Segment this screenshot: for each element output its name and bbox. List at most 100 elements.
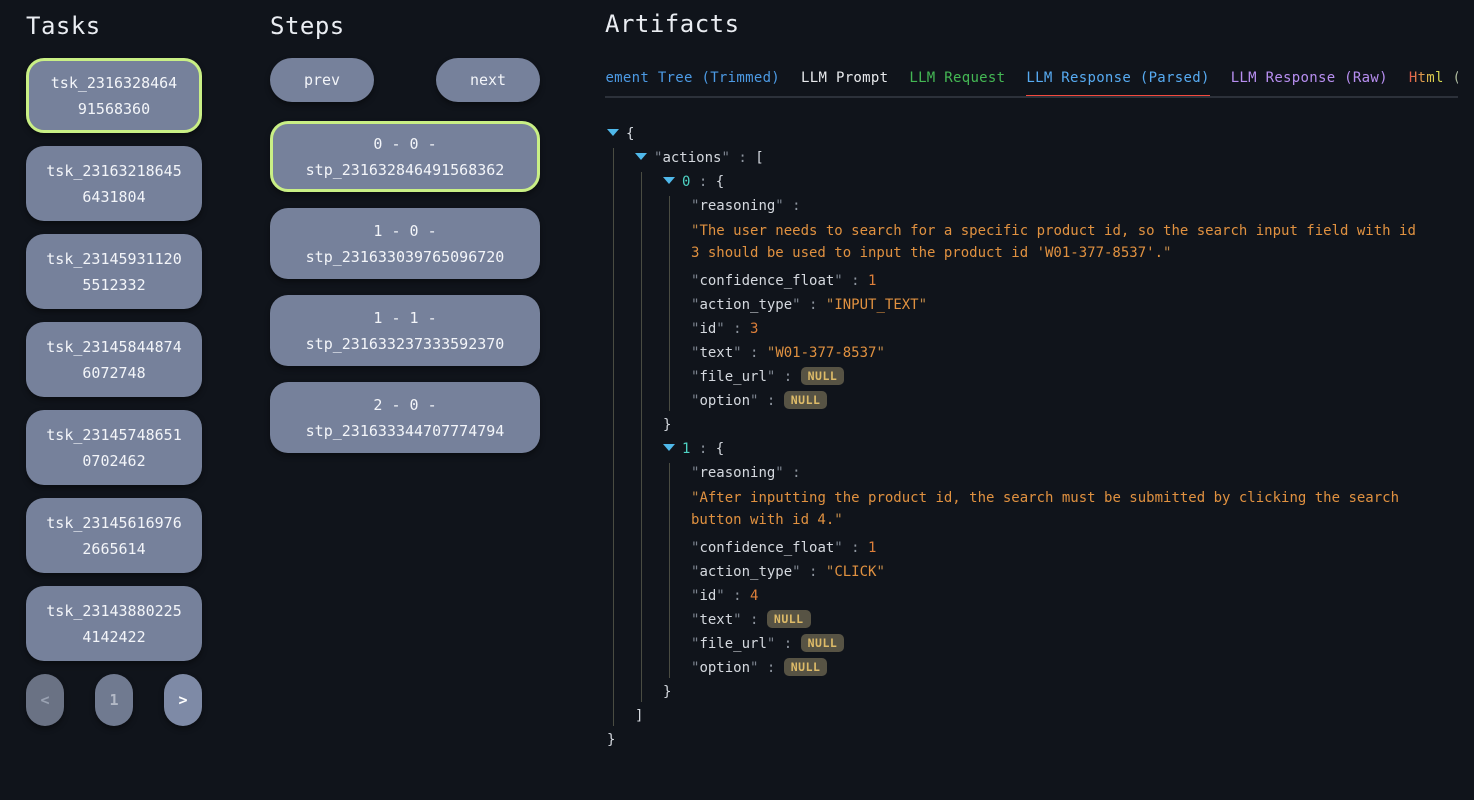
- step-nav: prev next: [270, 58, 540, 102]
- json-bracket: [: [755, 150, 763, 166]
- json-value-block: After inputting the product id, the sear…: [691, 487, 1431, 531]
- page-number-button[interactable]: 1: [95, 674, 133, 726]
- tree-row: actions : [: [635, 148, 1458, 168]
- steps-title: Steps: [270, 12, 540, 40]
- step-button[interactable]: 1 - 0 - stp_231633039765096720: [270, 208, 540, 279]
- json-colon: :: [758, 393, 783, 409]
- json-colon: :: [690, 174, 715, 190]
- artifact-tabs: Element Tree (Trimmed) LLM Prompt LLM Re…: [605, 66, 1458, 96]
- tree-row: 0 : {: [663, 172, 1458, 192]
- tree-children: actions : [ 0 : { reasoning : The user nee…: [613, 148, 1458, 726]
- artifact-tab[interactable]: LLM Response (Parsed): [1026, 66, 1209, 98]
- json-value: NULL: [801, 367, 845, 385]
- collapse-triangle-icon[interactable]: [663, 444, 675, 451]
- json-value: The user needs to search for a specific …: [691, 223, 1416, 261]
- json-colon: :: [742, 345, 767, 361]
- task-button[interactable]: tsk_231632846491568360: [26, 58, 202, 133]
- tree-row: }: [663, 682, 1458, 702]
- chevron-left-icon: <: [40, 691, 49, 709]
- task-button[interactable]: tsk_231459311205512332: [26, 234, 202, 309]
- chevron-right-icon: >: [178, 691, 187, 709]
- tasks-pagination: < 1 >: [26, 674, 202, 726]
- task-button[interactable]: tsk_231458448746072748: [26, 322, 202, 397]
- step-button[interactable]: 0 - 0 - stp_231632846491568362: [270, 121, 540, 192]
- json-bracket: {: [716, 441, 724, 457]
- json-value: 3: [750, 321, 758, 337]
- json-key: file_url: [691, 636, 775, 652]
- json-bracket: }: [663, 417, 671, 433]
- next-page-button[interactable]: >: [164, 674, 202, 726]
- tree-row: confidence_float : 1: [691, 271, 1458, 291]
- json-key: confidence_float: [691, 273, 843, 289]
- task-button[interactable]: tsk_231438802254142422: [26, 586, 202, 661]
- artifact-tab[interactable]: Html (Raw): [1409, 66, 1458, 98]
- tree-row: }: [607, 730, 1458, 750]
- tree-children: 0 : { reasoning : The user needs to searc…: [641, 172, 1458, 702]
- json-bracket: }: [663, 684, 671, 700]
- tree-row: ]: [635, 706, 1458, 726]
- page-number-label: 1: [109, 691, 118, 709]
- json-bracket: }: [607, 732, 615, 748]
- tree-row: text : W01-377-8537: [691, 343, 1458, 363]
- tree-row: confidence_float : 1: [691, 538, 1458, 558]
- task-button[interactable]: tsk_231632186456431804: [26, 146, 202, 221]
- tree-children: reasoning : After inputting the product …: [669, 463, 1458, 678]
- tree-row: option : NULL: [691, 391, 1458, 411]
- json-value: CLICK: [826, 564, 885, 580]
- collapse-triangle-icon[interactable]: [635, 153, 647, 160]
- tree-row: action_type : CLICK: [691, 562, 1458, 582]
- step-button[interactable]: 1 - 1 - stp_231633237333592370: [270, 295, 540, 366]
- tree-row: file_url : NULL: [691, 634, 1458, 654]
- json-colon: :: [784, 465, 801, 481]
- json-colon: :: [801, 297, 826, 313]
- artifacts-panel: Artifacts Element Tree (Trimmed) LLM Pro…: [605, 10, 1458, 754]
- json-colon: :: [730, 150, 755, 166]
- artifact-tab[interactable]: LLM Response (Raw): [1231, 66, 1388, 98]
- json-colon: :: [742, 612, 767, 628]
- json-key: reasoning: [691, 465, 784, 481]
- artifact-tab[interactable]: LLM Prompt: [801, 66, 888, 98]
- json-colon: :: [843, 273, 868, 289]
- artifact-tab[interactable]: Element Tree (Trimmed): [605, 66, 780, 98]
- json-value: INPUT_TEXT: [826, 297, 927, 313]
- json-colon: :: [801, 564, 826, 580]
- json-value: 1: [868, 273, 876, 289]
- tree-row: id : 4: [691, 586, 1458, 606]
- tree-children: reasoning : The user needs to search for…: [669, 196, 1458, 411]
- tasks-panel: Tasks tsk_231632846491568360 tsk_2316321…: [26, 12, 202, 726]
- json-value: 1: [868, 540, 876, 556]
- json-tree: { actions : [ 0 : { reasoning : The user ne…: [605, 124, 1458, 750]
- json-colon: :: [690, 441, 715, 457]
- json-colon: :: [725, 321, 750, 337]
- collapse-triangle-icon[interactable]: [607, 129, 619, 136]
- json-key: text: [691, 345, 742, 361]
- tree-row: text : NULL: [691, 610, 1458, 630]
- collapse-triangle-icon[interactable]: [663, 177, 675, 184]
- json-value: After inputting the product id, the sear…: [691, 490, 1399, 528]
- json-colon: :: [725, 588, 750, 604]
- json-colon: :: [758, 660, 783, 676]
- json-key: option: [691, 660, 758, 676]
- json-key: option: [691, 393, 758, 409]
- json-colon: :: [784, 198, 801, 214]
- json-value: NULL: [784, 658, 828, 676]
- step-button[interactable]: 2 - 0 - stp_231633344707774794: [270, 382, 540, 453]
- json-value: W01-377-8537: [767, 345, 885, 361]
- artifacts-title: Artifacts: [605, 10, 1458, 38]
- json-key: text: [691, 612, 742, 628]
- task-button[interactable]: tsk_231457486510702462: [26, 410, 202, 485]
- task-button[interactable]: tsk_231456169762665614: [26, 498, 202, 573]
- json-value: NULL: [767, 610, 811, 628]
- next-step-button[interactable]: next: [436, 58, 540, 102]
- prev-step-button[interactable]: prev: [270, 58, 374, 102]
- artifact-tab[interactable]: LLM Request: [909, 66, 1005, 98]
- tree-row: reasoning :: [691, 196, 1458, 216]
- tree-row: action_type : INPUT_TEXT: [691, 295, 1458, 315]
- artifact-tab-bar: Element Tree (Trimmed) LLM Prompt LLM Re…: [605, 66, 1458, 98]
- json-colon: :: [843, 540, 868, 556]
- prev-page-button[interactable]: <: [26, 674, 64, 726]
- json-value-block: The user needs to search for a specific …: [691, 220, 1431, 264]
- json-key: reasoning: [691, 198, 784, 214]
- json-value: NULL: [801, 634, 845, 652]
- tree-row: option : NULL: [691, 658, 1458, 678]
